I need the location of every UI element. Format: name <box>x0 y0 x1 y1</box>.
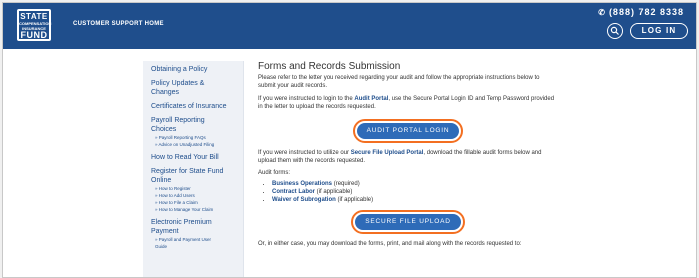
sidebar-nav: Obtaining a Policy Policy Updates & Chan… <box>143 61 244 277</box>
audit-forms-list: Business Operations (required) Contract … <box>258 180 558 204</box>
sidebar-subitem-unadjusted-filing[interactable]: » Advice on Unadjusted Filing <box>143 141 243 148</box>
audit-portal-highlight: AUDIT PORTAL LOGIN <box>352 119 464 143</box>
form-note: (if applicable) <box>315 189 353 195</box>
main-content: Forms and Records Submission Please refe… <box>258 61 558 248</box>
page-title: Forms and Records Submission <box>258 61 401 72</box>
list-item: Waiver of Subrogation (if applicable) <box>272 196 558 204</box>
contract-labor-link[interactable]: Contract Labor <box>272 189 315 195</box>
sidebar-item-obtaining-policy[interactable]: Obtaining a Policy <box>143 65 243 74</box>
form-note: (if applicable) <box>335 197 374 203</box>
secure-file-upload-highlight: SECURE FILE UPLOAD <box>351 210 465 234</box>
sidebar-item-certificates[interactable]: Certificates of Insurance <box>143 102 243 111</box>
sidebar-item-policy-updates[interactable]: Policy Updates & <box>143 79 243 88</box>
sidebar-subitem-payment-guide[interactable]: » Payroll and Payment User <box>143 236 243 243</box>
login-button[interactable]: LOG IN <box>630 23 688 39</box>
sidebar-item-read-bill[interactable]: How to Read Your Bill <box>143 153 243 162</box>
search-icon <box>610 26 619 35</box>
list-item: Contract Labor (if applicable) <box>272 188 558 196</box>
sidebar-subitem-add-users[interactable]: » How to Add Users <box>143 192 243 199</box>
waiver-subrogation-link[interactable]: Waiver of Subrogation <box>272 197 336 203</box>
sidebar-item-policy-updates-2[interactable]: Changes <box>143 88 243 97</box>
intro-text: Please refer to the letter you received … <box>258 75 540 89</box>
logo-line-3: FUND <box>20 30 48 40</box>
secure-file-upload-button[interactable]: SECURE FILE UPLOAD <box>355 214 461 230</box>
sidebar-item-electronic-payment-2[interactable]: Payment <box>143 227 243 236</box>
list-item: Business Operations (required) <box>272 180 558 188</box>
sidebar-item-register-2[interactable]: Online <box>143 176 243 185</box>
audit-portal-link[interactable]: Audit Portal <box>354 96 388 102</box>
sidebar-item-payroll-reporting[interactable]: Payroll Reporting <box>143 116 243 125</box>
sfu-instructions: If you were instructed to utilize our Se… <box>258 149 558 165</box>
audit-forms-label: Audit forms: <box>258 170 291 176</box>
site-header: STATE COMPENSATION INSURANCE FUND CUSTOM… <box>3 3 696 49</box>
sidebar-subitem-how-register[interactable]: » How to Register <box>143 185 243 192</box>
phone-number[interactable]: ✆ (888) 782 8338 <box>598 7 684 17</box>
phone-text: (888) 782 8338 <box>608 7 684 17</box>
search-button[interactable] <box>607 23 623 39</box>
footer-text: Or, in either case, you may download the… <box>258 241 522 247</box>
sidebar-subitem-payroll-faqs[interactable]: » Payroll Reporting FAQs <box>143 134 243 141</box>
sfu-text-pre: If you were instructed to utilize our <box>258 150 351 156</box>
sidebar-item-register[interactable]: Register for State Fund <box>143 167 243 176</box>
state-fund-logo[interactable]: STATE COMPENSATION INSURANCE FUND <box>17 9 51 41</box>
portal-text-pre: If you were instructed to login to the <box>258 96 355 102</box>
sidebar-subitem-file-claim[interactable]: » How to File a Claim <box>143 199 243 206</box>
portal-instructions: If you were instructed to login to the A… <box>258 95 558 111</box>
form-note: (required) <box>332 181 360 187</box>
sidebar-item-electronic-payment[interactable]: Electronic Premium <box>143 218 243 227</box>
sidebar-item-payroll-reporting-2[interactable]: Choices <box>143 125 243 134</box>
phone-icon: ✆ <box>598 8 606 17</box>
sidebar-subitem-payment-guide-2[interactable]: Guide <box>143 243 243 250</box>
customer-support-home-link[interactable]: CUSTOMER SUPPORT HOME <box>73 21 164 27</box>
logo-line-1: STATE <box>20 12 48 21</box>
business-operations-link[interactable]: Business Operations <box>272 181 332 187</box>
secure-file-upload-link[interactable]: Secure File Upload Portal <box>351 150 424 156</box>
browser-frame: STATE COMPENSATION INSURANCE FUND CUSTOM… <box>2 2 697 278</box>
sidebar-subitem-manage-claim[interactable]: » How to Manage Your Claim <box>143 206 243 213</box>
audit-portal-login-button[interactable]: AUDIT PORTAL LOGIN <box>356 123 460 139</box>
